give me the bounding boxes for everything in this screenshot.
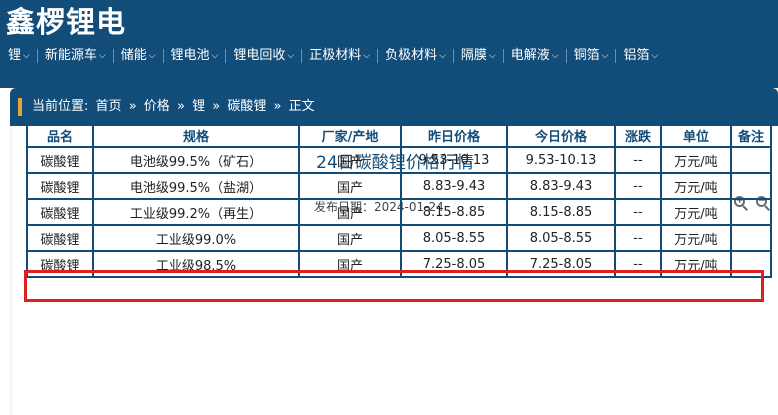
nav-item-separator[interactable]: 隔膜 ⌵ xyxy=(454,42,503,70)
chevron-down-icon: ⌵ xyxy=(148,51,156,61)
main-nav: 锂 ⌵ 新能源车 ⌵ 储能 ⌵ 锂电池 ⌵ 锂电回收 ⌵ 正极材料 ⌵ 负极材料 ⌵ 隔膜 ⌵ … xyxy=(0,42,665,70)
table-cell: 万元/吨 xyxy=(660,224,732,252)
breadcrumb-separator: » xyxy=(273,99,282,114)
table-cell: 万元/吨 xyxy=(660,198,732,226)
chevron-down-icon: ⌵ xyxy=(601,51,609,61)
chevron-down-icon: ⌵ xyxy=(551,51,559,61)
table-cell: 国产 xyxy=(298,224,402,252)
table-cell: 工业级99.2%（再生） xyxy=(92,198,300,226)
table-cell xyxy=(730,146,772,174)
highlight-box xyxy=(24,270,764,302)
table-cell: -- xyxy=(614,146,662,174)
column-header: 品名 xyxy=(26,122,94,148)
breadcrumb-current: 正文 xyxy=(288,99,315,114)
price-table: 品名 规格 厂家/产地 昨日价格 今日价格 涨跌 单位 备注 碳酸锂 电池级99… xyxy=(26,122,772,278)
table-cell: 电池级99.5%（矿石） xyxy=(92,146,300,174)
table-cell: 8.05-8.55 xyxy=(506,224,616,252)
column-header: 规格 xyxy=(92,122,300,148)
column-header: 今日价格 xyxy=(506,122,616,148)
table-cell xyxy=(730,224,772,252)
table-cell: 8.05-8.55 xyxy=(400,224,508,252)
table-cell: -- xyxy=(614,224,662,252)
column-header: 单位 xyxy=(660,122,732,148)
column-header: 昨日价格 xyxy=(400,122,508,148)
chevron-down-icon: ⌵ xyxy=(488,51,496,61)
nav-item-label: 正极材料 xyxy=(309,48,362,63)
breadcrumb-marker xyxy=(18,98,22,116)
table-cell: 碳酸锂 xyxy=(26,198,94,226)
table-cell: 碳酸锂 xyxy=(26,224,94,252)
nav-item-lithium-battery[interactable]: 锂电池 ⌵ xyxy=(164,42,226,70)
breadcrumb-separator: » xyxy=(212,99,221,114)
chevron-down-icon: ⌵ xyxy=(287,51,295,61)
chevron-down-icon: ⌵ xyxy=(651,51,659,61)
table-cell: 国产 xyxy=(298,198,402,226)
table-cell: 碳酸锂 xyxy=(26,172,94,200)
breadcrumb-prefix: 当前位置: xyxy=(32,99,89,114)
table-cell xyxy=(730,198,772,226)
breadcrumb-price[interactable]: 价格 xyxy=(144,99,170,114)
nav-item-label: 负极材料 xyxy=(385,48,438,63)
nav-item-anode[interactable]: 负极材料 ⌵ xyxy=(378,42,453,70)
site-header: 鑫椤锂电 锂 ⌵ 新能源车 ⌵ 储能 ⌵ 锂电池 ⌵ 锂电回收 ⌵ 正极材料 ⌵ 负极材料 ⌵… xyxy=(0,0,778,88)
chevron-down-icon: ⌵ xyxy=(23,51,30,61)
nav-item-label: 隔膜 xyxy=(460,48,487,63)
table-cell: 8.15-8.85 xyxy=(400,198,508,226)
table-cell: 9.53-10.13 xyxy=(400,146,508,174)
nav-item-new-energy-vehicle[interactable]: 新能源车 ⌵ xyxy=(38,42,113,70)
nav-item-label: 电解液 xyxy=(510,48,550,63)
nav-item-cathode[interactable]: 正极材料 ⌵ xyxy=(302,42,377,70)
breadcrumb-home[interactable]: 首页 xyxy=(96,99,122,114)
column-header: 厂家/产地 xyxy=(298,122,402,148)
nav-item-label: 新能源车 xyxy=(44,48,97,63)
table-cell: 国产 xyxy=(298,146,402,174)
table-cell: 万元/吨 xyxy=(660,172,732,200)
column-header: 备注 xyxy=(730,122,772,148)
nav-item-lithium[interactable]: 锂 ⌵ xyxy=(0,42,37,70)
table-cell xyxy=(730,172,772,200)
nav-item-copper-foil[interactable]: 铜箔 ⌵ xyxy=(567,42,616,70)
breadcrumb-separator: » xyxy=(176,99,185,114)
breadcrumb-lithium[interactable]: 锂 xyxy=(192,99,205,114)
table-cell: 电池级99.5%（盐湖） xyxy=(92,172,300,200)
column-header: 涨跌 xyxy=(614,122,662,148)
table-cell: 碳酸锂 xyxy=(26,146,94,174)
nav-item-label: 铜箔 xyxy=(573,48,600,63)
nav-item-aluminum-foil[interactable]: 铝箔 ⌵ xyxy=(616,42,665,70)
table-row: 碳酸锂 工业级99.2%（再生） 国产 8.15-8.85 8.15-8.85 … xyxy=(26,198,772,226)
nav-item-battery-recycling[interactable]: 锂电回收 ⌵ xyxy=(226,42,301,70)
nav-item-label: 锂电回收 xyxy=(233,48,286,63)
chevron-down-icon: ⌵ xyxy=(211,51,219,61)
nav-item-label: 铝箔 xyxy=(623,48,650,63)
table-row: 碳酸锂 电池级99.5%（矿石） 国产 9.53-10.13 9.53-10.1… xyxy=(26,146,772,174)
nav-item-electrolyte[interactable]: 电解液 ⌵ xyxy=(504,42,566,70)
table-cell: -- xyxy=(614,172,662,200)
table-cell: -- xyxy=(614,198,662,226)
nav-item-label: 锂 xyxy=(8,48,22,63)
table-cell: 万元/吨 xyxy=(660,146,732,174)
breadcrumb-bar: 当前位置: 首页 » 价格 » 锂 » 碳酸锂 » 正文 xyxy=(10,88,778,126)
table-cell: 工业级99.0% xyxy=(92,224,300,252)
breadcrumb-lithium-carbonate[interactable]: 碳酸锂 xyxy=(227,99,266,114)
nav-item-label: 储能 xyxy=(120,48,147,63)
breadcrumb-separator: » xyxy=(128,99,137,114)
table-cell: 8.83-9.43 xyxy=(400,172,508,200)
table-cell: 8.83-9.43 xyxy=(506,172,616,200)
table-header-row: 品名 规格 厂家/产地 昨日价格 今日价格 涨跌 单位 备注 xyxy=(26,122,772,148)
chevron-down-icon: ⌵ xyxy=(439,51,446,61)
table-row: 碳酸锂 工业级99.0% 国产 8.05-8.55 8.05-8.55 -- 万… xyxy=(26,224,772,252)
chevron-down-icon: ⌵ xyxy=(363,51,371,61)
site-logo[interactable]: 鑫椤锂电 xyxy=(6,2,126,42)
table-cell: 9.53-10.13 xyxy=(506,146,616,174)
table-cell: 国产 xyxy=(298,172,402,200)
nav-item-energy-storage[interactable]: 储能 ⌵ xyxy=(114,42,163,70)
table-row: 碳酸锂 电池级99.5%（盐湖） 国产 8.83-9.43 8.83-9.43 … xyxy=(26,172,772,200)
nav-item-label: 锂电池 xyxy=(170,48,210,63)
table-cell: 8.15-8.85 xyxy=(506,198,616,226)
breadcrumb: 当前位置: 首页 » 价格 » 锂 » 碳酸锂 » 正文 xyxy=(32,88,318,126)
chevron-down-icon: ⌵ xyxy=(98,51,106,61)
